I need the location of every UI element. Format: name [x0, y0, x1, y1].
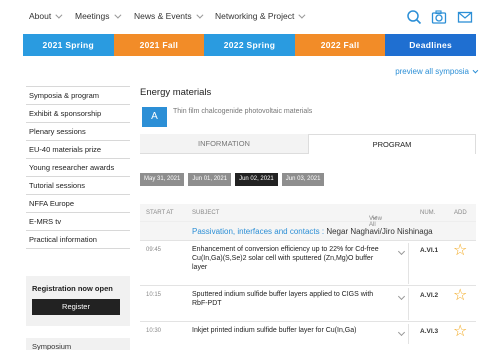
- chevron-down-icon[interactable]: [397, 292, 406, 301]
- mail-icon[interactable]: [457, 9, 473, 25]
- column-divider: [408, 288, 409, 320]
- year-tabs: 2021 Spring 2021 Fall 2022 Spring 2022 F…: [23, 34, 476, 56]
- page-title: Energy materials: [140, 87, 212, 98]
- nav-news-label: News & Events: [134, 11, 192, 21]
- nav-meetings[interactable]: Meetings: [75, 11, 121, 21]
- session-chairs: Negar Naghavi/Jiro Nishinaga: [326, 227, 433, 236]
- tab-information[interactable]: INFORMATION: [140, 134, 308, 154]
- sidebar-item-exhibit[interactable]: Exhibit & sponsorship: [26, 105, 130, 123]
- symposium-badge: A: [142, 107, 167, 127]
- tab-program[interactable]: PROGRAM: [308, 134, 476, 154]
- tab-2022-fall[interactable]: 2022 Fall: [294, 34, 386, 56]
- search-icon[interactable]: [406, 9, 422, 25]
- preview-link-label: preview all symposia: [395, 67, 469, 76]
- date-jun-01[interactable]: Jun 01, 2021: [188, 173, 232, 186]
- nav-networking[interactable]: Networking & Project: [215, 11, 306, 21]
- program-table: START AT SUBJECT View All NUM. ADD Passi…: [140, 204, 476, 345]
- preview-all-symposia-link[interactable]: preview all symposia: [395, 67, 479, 76]
- row-time: 10:30: [146, 328, 162, 334]
- sidebar-item-young-researcher[interactable]: Young researcher awards: [26, 159, 130, 177]
- row-subject: Inkjet printed indium sulfide buffer lay…: [192, 327, 357, 334]
- symposium-subtitle: Thin film chalcogenide photovoltaic mate…: [173, 108, 313, 115]
- row-time: 09:45: [146, 247, 162, 253]
- row-num: A.VI.2: [420, 292, 439, 299]
- sidebar-item-eu40[interactable]: EU-40 materials prize: [26, 141, 130, 159]
- table-row[interactable]: 10:30 Inkjet printed indium sulfide buff…: [140, 321, 476, 345]
- chevron-down-icon[interactable]: [397, 247, 406, 256]
- tab-deadlines[interactable]: Deadlines: [385, 34, 476, 56]
- nav-about-label: About: [29, 11, 52, 21]
- row-time: 10:15: [146, 292, 162, 298]
- table-row[interactable]: 10:15 Sputtered indium sulfide buffer la…: [140, 285, 476, 321]
- row-subject: Enhancement of conversion efficiency up …: [192, 246, 379, 271]
- date-jun-03[interactable]: Jun 03, 2021: [281, 173, 325, 186]
- registration-title: Registration now open: [32, 284, 113, 293]
- chevron-down-icon[interactable]: [397, 328, 406, 337]
- session-title: Passivation, interfaces and contacts :: [192, 227, 325, 236]
- camera-icon[interactable]: [431, 9, 447, 25]
- chevron-down-icon: [113, 11, 121, 19]
- table-row[interactable]: 09:45 Enhancement of conversion efficien…: [140, 240, 476, 285]
- sidebar-item-emrs-tv[interactable]: E-MRS tv: [26, 213, 130, 231]
- top-nav: About Meetings News & Events Networking …: [0, 0, 500, 34]
- tab-2022-spring[interactable]: 2022 Spring: [204, 34, 295, 56]
- sidebar-item-tutorial[interactable]: Tutorial sessions: [26, 177, 130, 195]
- nav-networking-label: Networking & Project: [215, 11, 295, 21]
- date-may-31[interactable]: May 31, 2021: [140, 173, 185, 186]
- header-num: NUM.: [420, 210, 436, 216]
- sidebar-item-symposia[interactable]: Symposia & program: [26, 86, 130, 105]
- star-icon[interactable]: ☆: [453, 243, 467, 259]
- register-button[interactable]: Register: [32, 299, 120, 315]
- chevron-down-icon: [196, 11, 204, 19]
- header-add: ADD: [454, 210, 467, 216]
- tab-2021-spring[interactable]: 2021 Spring: [23, 34, 114, 56]
- chevron-down-icon: [472, 67, 479, 74]
- nav-about[interactable]: About: [29, 11, 63, 21]
- row-num: A.VI.3: [420, 328, 439, 335]
- sidebar-item-plenary[interactable]: Plenary sessions: [26, 123, 130, 141]
- symposium-box: Symposium: [26, 338, 130, 350]
- header-subject: SUBJECT: [192, 210, 220, 216]
- session-row[interactable]: Passivation, interfaces and contacts : N…: [140, 221, 476, 240]
- chevron-down-icon: [298, 11, 306, 19]
- date-jun-02[interactable]: Jun 02, 2021: [235, 173, 278, 186]
- content-tabs: INFORMATION PROGRAM: [140, 134, 476, 154]
- table-header: START AT SUBJECT View All NUM. ADD: [140, 204, 476, 228]
- row-num: A.VI.1: [420, 247, 439, 254]
- nav-news-events[interactable]: News & Events: [134, 11, 204, 21]
- sidebar-item-practical[interactable]: Practical information: [26, 231, 130, 249]
- column-divider: [408, 324, 409, 344]
- tab-2021-fall[interactable]: 2021 Fall: [113, 34, 205, 56]
- sidebar: Symposia & program Exhibit & sponsorship…: [26, 86, 130, 249]
- row-subject: Sputtered indium sulfide buffer layers a…: [192, 291, 374, 307]
- chevron-down-icon: [55, 11, 63, 19]
- star-icon[interactable]: ☆: [453, 288, 467, 304]
- nav-meetings-label: Meetings: [75, 11, 110, 21]
- date-selector: May 31, 2021 Jun 01, 2021 Jun 02, 2021 J…: [140, 173, 325, 186]
- sidebar-item-nffa[interactable]: NFFA Europe: [26, 195, 130, 213]
- registration-box: Registration now open Register: [26, 276, 130, 326]
- star-icon[interactable]: ☆: [453, 324, 467, 340]
- column-divider: [408, 243, 409, 284]
- header-start: START AT: [146, 210, 174, 216]
